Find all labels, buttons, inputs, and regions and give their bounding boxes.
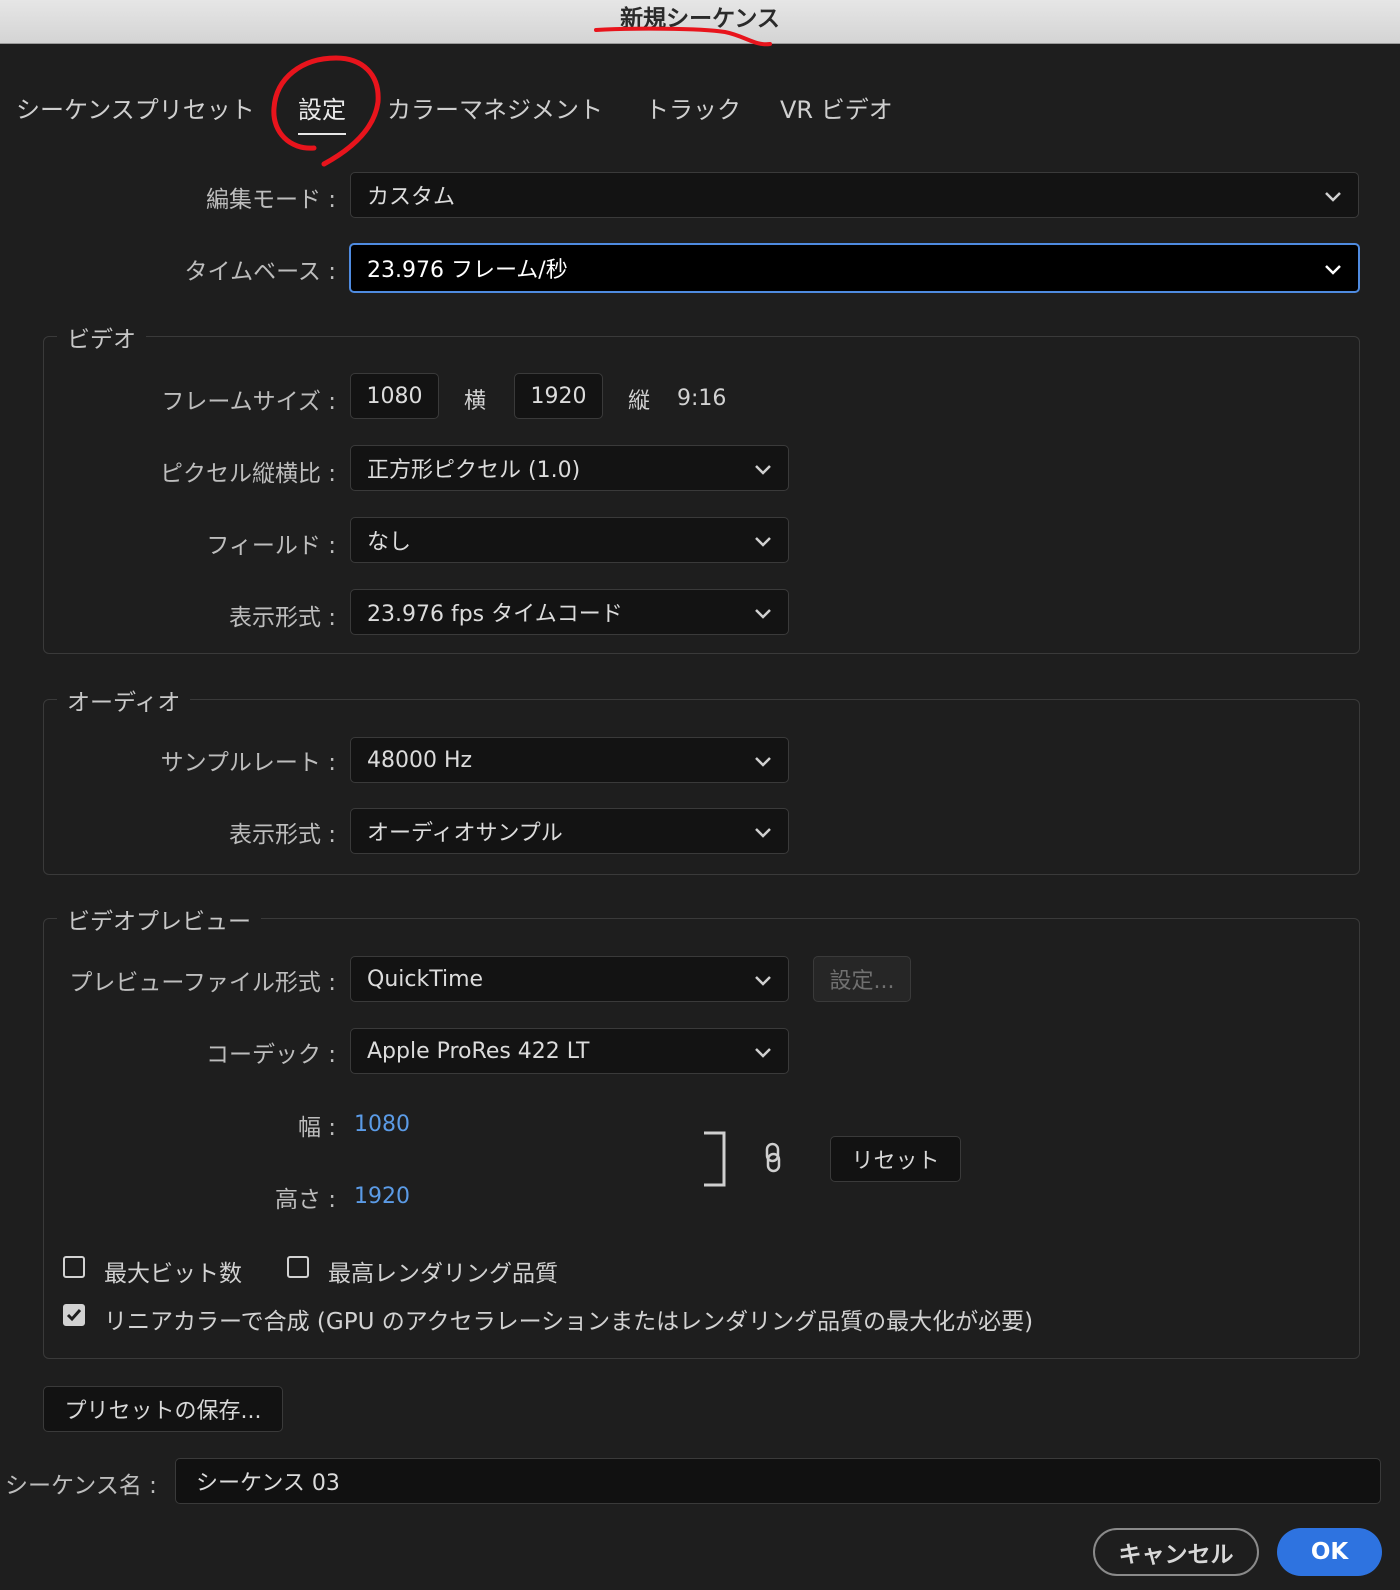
audio-display-format-value: オーディオサンプル: [367, 821, 563, 846]
preview-file-format-select[interactable]: QuickTime: [350, 956, 789, 1002]
pixel-aspect-value: 正方形ピクセル (1.0): [367, 458, 581, 483]
audio-display-format-select[interactable]: オーディオサンプル: [350, 808, 789, 854]
preview-file-format-label: プレビューファイル形式 :: [69, 970, 336, 996]
fields-label: フィールド :: [206, 533, 336, 559]
window-title: 新規シーケンス: [620, 5, 780, 32]
timebase-label: タイムベース :: [184, 259, 336, 285]
preview-file-format-value: QuickTime: [367, 966, 484, 992]
fields-select[interactable]: なし: [350, 517, 789, 563]
tab-tracks[interactable]: トラック: [645, 90, 741, 125]
frame-width-field[interactable]: 1080: [350, 373, 439, 419]
frame-size-label: フレームサイズ :: [161, 389, 336, 415]
preview-width-value[interactable]: 1080: [354, 1112, 410, 1137]
codec-select[interactable]: Apple ProRes 422 LT: [350, 1028, 789, 1074]
preview-width-label: 幅 :: [297, 1115, 336, 1141]
video-display-format-label: 表示形式 :: [228, 605, 336, 631]
tab-settings[interactable]: 設定: [298, 90, 346, 135]
tab-vr-video[interactable]: VR ビデオ: [780, 90, 893, 125]
chevron-down-icon: [755, 828, 771, 838]
video-preview-group-title: ビデオプレビュー: [57, 902, 261, 936]
fields-value: なし: [367, 530, 412, 555]
ok-button[interactable]: OK: [1277, 1528, 1382, 1576]
chevron-down-icon: [1325, 192, 1341, 202]
max-render-quality-checkbox[interactable]: [287, 1256, 309, 1278]
link-bracket: [704, 1131, 726, 1187]
linear-color-checkbox[interactable]: [63, 1304, 85, 1326]
video-display-format-select[interactable]: 23.976 fps タイムコード: [350, 589, 789, 635]
editing-mode-select[interactable]: カスタム: [350, 172, 1359, 218]
sequence-name-field[interactable]: シーケンス 03: [175, 1458, 1381, 1504]
pixel-aspect-select[interactable]: 正方形ピクセル (1.0): [350, 445, 789, 491]
title-bar: 新規シーケンス: [0, 0, 1400, 44]
sequence-name-label: シーケンス名 :: [5, 1473, 157, 1499]
editing-mode-label: 編集モード :: [205, 187, 336, 213]
tab-sequence-presets[interactable]: シーケンスプリセット: [16, 90, 255, 125]
chevron-down-icon: [755, 537, 771, 547]
chevron-down-icon: [755, 465, 771, 475]
reset-button[interactable]: リセット: [830, 1136, 961, 1182]
linear-color-label: リニアカラーで合成 (GPU のアクセラレーションまたはレンダリング品質の最大化…: [104, 1309, 1034, 1335]
max-render-quality-label: 最高レンダリング品質: [328, 1261, 558, 1287]
chevron-down-icon: [755, 757, 771, 767]
aspect-ratio-text: 9:16: [677, 386, 727, 411]
chevron-down-icon: [755, 1048, 771, 1058]
chevron-down-icon: [755, 609, 771, 619]
video-display-format-value: 23.976 fps タイムコード: [367, 602, 623, 627]
sample-rate-value: 48000 Hz: [367, 747, 473, 773]
frame-height-field[interactable]: 1920: [514, 373, 603, 419]
preview-height-label: 高さ :: [274, 1187, 336, 1213]
checkmark-icon: [66, 1309, 82, 1322]
codec-label: コーデック :: [205, 1042, 336, 1068]
codec-value: Apple ProRes 422 LT: [367, 1038, 590, 1064]
timebase-select[interactable]: 23.976 フレーム/秒: [349, 243, 1360, 293]
audio-group-title: オーディオ: [57, 683, 191, 717]
preview-height-value[interactable]: 1920: [354, 1184, 410, 1209]
link-icon[interactable]: [762, 1142, 784, 1174]
chevron-down-icon: [1325, 265, 1341, 275]
horizontal-label: 横: [464, 389, 487, 414]
timebase-value: 23.976 フレーム/秒: [367, 258, 568, 283]
audio-display-format-label: 表示形式 :: [228, 822, 336, 848]
max-bit-depth-label: 最大ビット数: [104, 1261, 242, 1287]
preview-settings-button[interactable]: 設定...: [813, 956, 911, 1002]
tab-color-management[interactable]: カラーマネジメント: [387, 90, 603, 125]
editing-mode-value: カスタム: [367, 185, 456, 210]
sample-rate-select[interactable]: 48000 Hz: [350, 737, 789, 783]
cancel-button[interactable]: キャンセル: [1093, 1528, 1259, 1576]
vertical-label: 縦: [628, 389, 651, 414]
sample-rate-label: サンプルレート :: [160, 750, 336, 776]
max-bit-depth-checkbox[interactable]: [63, 1256, 85, 1278]
chevron-down-icon: [755, 976, 771, 986]
video-group-title: ビデオ: [57, 320, 146, 354]
pixel-aspect-label: ピクセル縦横比 :: [159, 461, 336, 487]
save-preset-button[interactable]: プリセットの保存...: [43, 1386, 283, 1432]
